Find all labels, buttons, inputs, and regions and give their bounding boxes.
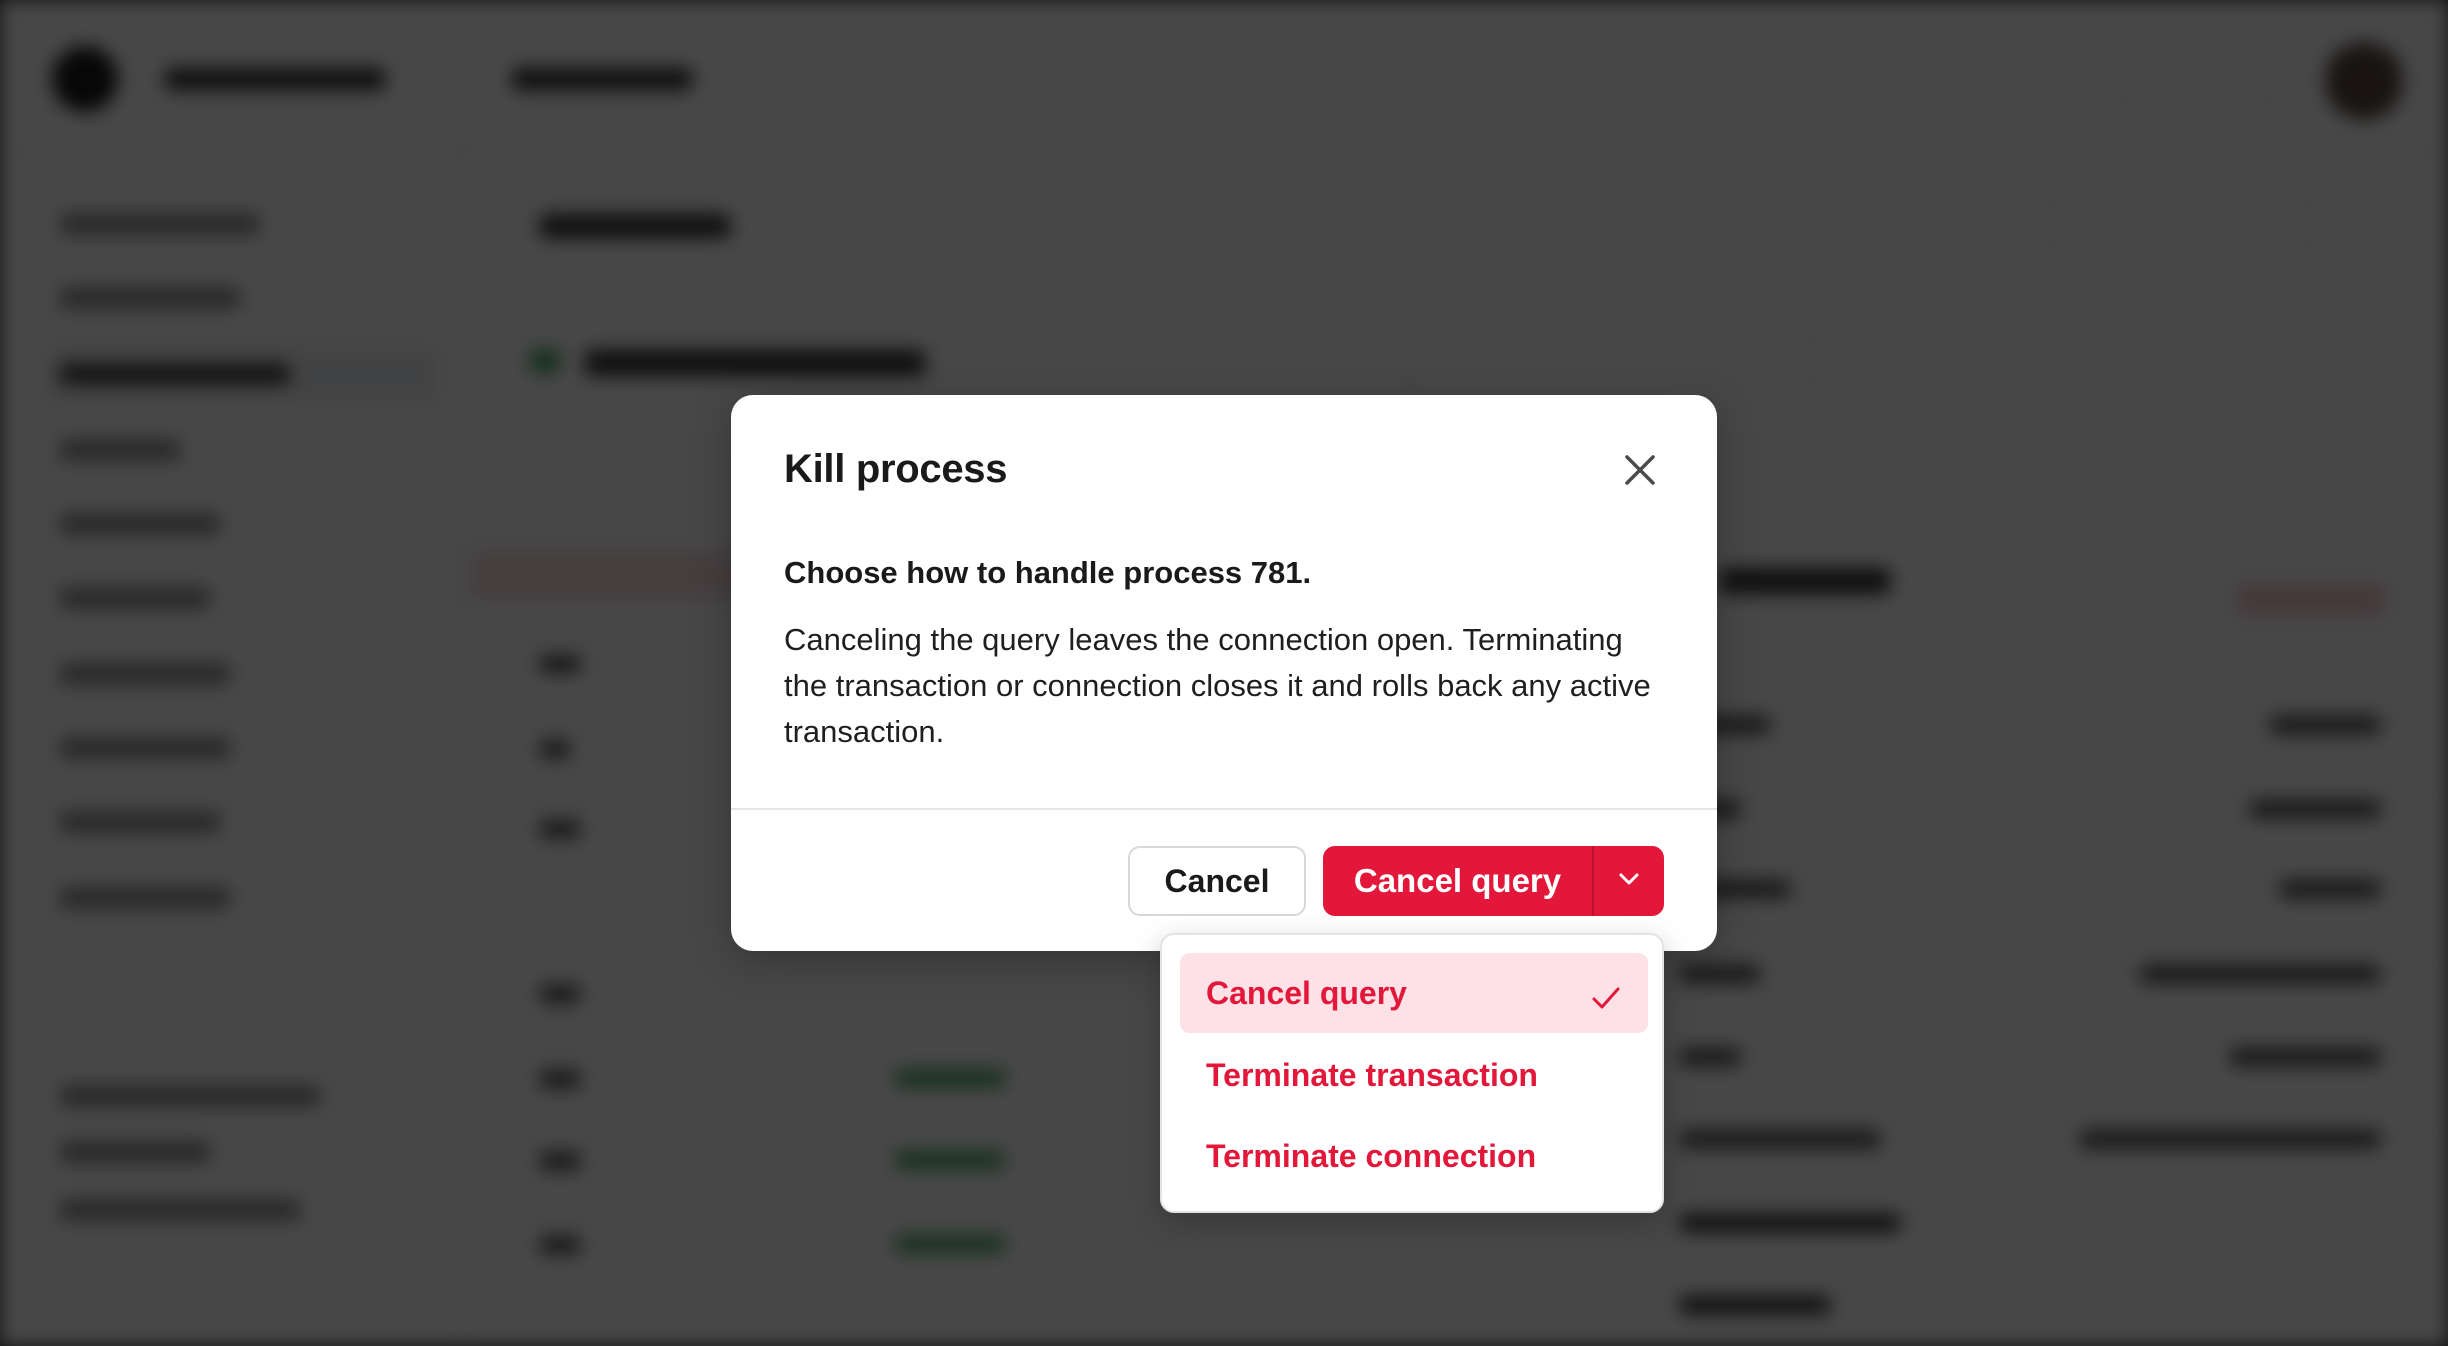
- chevron-down-icon: [1618, 872, 1640, 891]
- cancel-query-split-button: Cancel query: [1323, 846, 1664, 916]
- menu-item-terminate-connection[interactable]: Terminate connection: [1180, 1116, 1648, 1196]
- close-button[interactable]: [1612, 444, 1668, 500]
- action-menu: Cancel query Terminate transaction Termi…: [1160, 933, 1664, 1213]
- close-icon: [1622, 452, 1658, 493]
- cancel-button[interactable]: Cancel: [1128, 846, 1306, 916]
- menu-item-terminate-transaction[interactable]: Terminate transaction: [1180, 1035, 1648, 1115]
- menu-item-label: Terminate connection: [1206, 1137, 1537, 1174]
- action-dropdown-toggle[interactable]: [1594, 846, 1664, 916]
- menu-item-label: Terminate transaction: [1206, 1056, 1538, 1093]
- dialog-title: Kill process: [784, 447, 1008, 491]
- dialog-subtitle: Choose how to handle process 781.: [784, 555, 1312, 590]
- dialog-description: Canceling the query leaves the connectio…: [784, 622, 1651, 749]
- menu-item-label: Cancel query: [1206, 974, 1407, 1011]
- menu-item-cancel-query[interactable]: Cancel query: [1180, 953, 1648, 1033]
- cancel-query-button[interactable]: Cancel query: [1323, 846, 1592, 916]
- dialog-footer-divider: [731, 808, 1717, 810]
- check-icon: [1592, 981, 1620, 1018]
